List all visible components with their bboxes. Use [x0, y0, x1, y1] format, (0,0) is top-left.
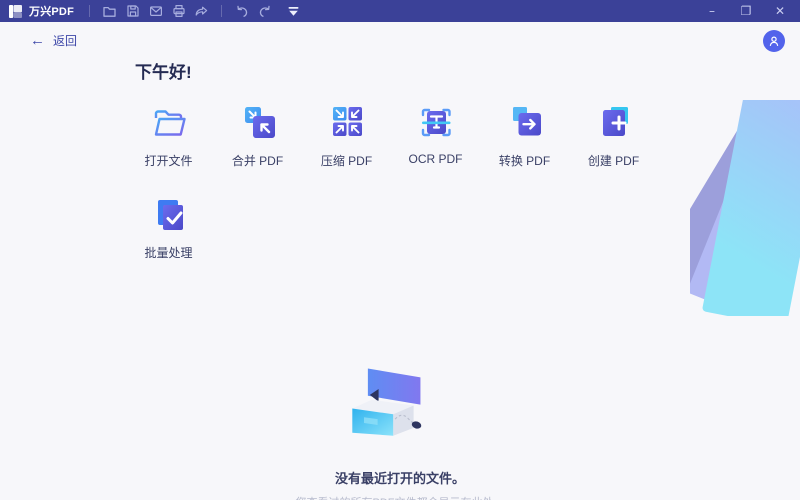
back-button[interactable]: ← 返回 [30, 32, 77, 49]
open-folder-icon[interactable] [99, 2, 120, 20]
batch-process-icon [149, 195, 189, 235]
action-label: 创建 PDF [588, 152, 639, 169]
action-label: OCR PDF [409, 152, 463, 166]
create-pdf-icon [594, 103, 634, 143]
action-label: 批量处理 [144, 244, 192, 261]
collapse-toolbar-icon[interactable] [283, 2, 304, 20]
action-batch-process[interactable]: 批量处理 [124, 195, 213, 261]
merge-pdf-icon [238, 103, 278, 143]
action-compress-pdf[interactable]: 压缩 PDF [302, 103, 391, 169]
toolbar-divider [221, 5, 222, 17]
share-icon[interactable] [191, 2, 212, 20]
main-content: ← 返回 下午好! 打开文件 合并 PDF [0, 22, 800, 500]
minimize-button[interactable]: – [701, 2, 723, 20]
action-open-file[interactable]: 打开文件 [124, 103, 213, 169]
compress-pdf-icon [327, 103, 367, 143]
empty-state-subtitle: 您查看过的所有PDF文件都会显示在此处。 [0, 494, 800, 500]
action-label: 合并 PDF [232, 152, 283, 169]
ocr-pdf-icon [416, 103, 456, 143]
action-create-pdf[interactable]: 创建 PDF [569, 103, 658, 169]
action-ocr-pdf[interactable]: OCR PDF [391, 103, 480, 169]
redo-icon[interactable] [254, 2, 275, 20]
toolbar-divider [89, 5, 90, 17]
decor-sheet-back [690, 100, 800, 296]
decor-sheet-middle [690, 100, 800, 314]
action-label: 转换 PDF [499, 152, 550, 169]
action-label: 压缩 PDF [321, 152, 372, 169]
empty-state-title: 没有最近打开的文件。 [0, 468, 800, 487]
decor-sheet-front [702, 100, 800, 316]
open-file-icon [149, 103, 189, 143]
action-merge-pdf[interactable]: 合并 PDF [213, 103, 302, 169]
decorative-sheets [690, 100, 800, 316]
save-icon[interactable] [122, 2, 143, 20]
titlebar: 万兴PDF – ❐ ✕ [0, 0, 800, 22]
print-icon[interactable] [168, 2, 189, 20]
empty-state-illustration [327, 360, 473, 454]
person-icon [768, 35, 780, 47]
undo-icon[interactable] [231, 2, 252, 20]
action-label: 打开文件 [144, 152, 192, 169]
convert-pdf-icon [505, 103, 545, 143]
quick-actions: 打开文件 合并 PDF 压缩 PDF [124, 103, 658, 261]
action-convert-pdf[interactable]: 转换 PDF [480, 103, 569, 169]
greeting-title: 下午好! [135, 58, 192, 83]
recent-files-empty-state: 没有最近打开的文件。 您查看过的所有PDF文件都会显示在此处。 [0, 360, 800, 500]
back-arrow-icon: ← [30, 33, 45, 48]
email-icon[interactable] [145, 2, 166, 20]
user-avatar[interactable] [763, 30, 785, 52]
back-label: 返回 [53, 32, 77, 49]
app-title: 万兴PDF [29, 3, 74, 19]
app-logo-icon [9, 5, 22, 18]
close-button[interactable]: ✕ [769, 2, 791, 20]
maximize-button[interactable]: ❐ [735, 2, 757, 20]
